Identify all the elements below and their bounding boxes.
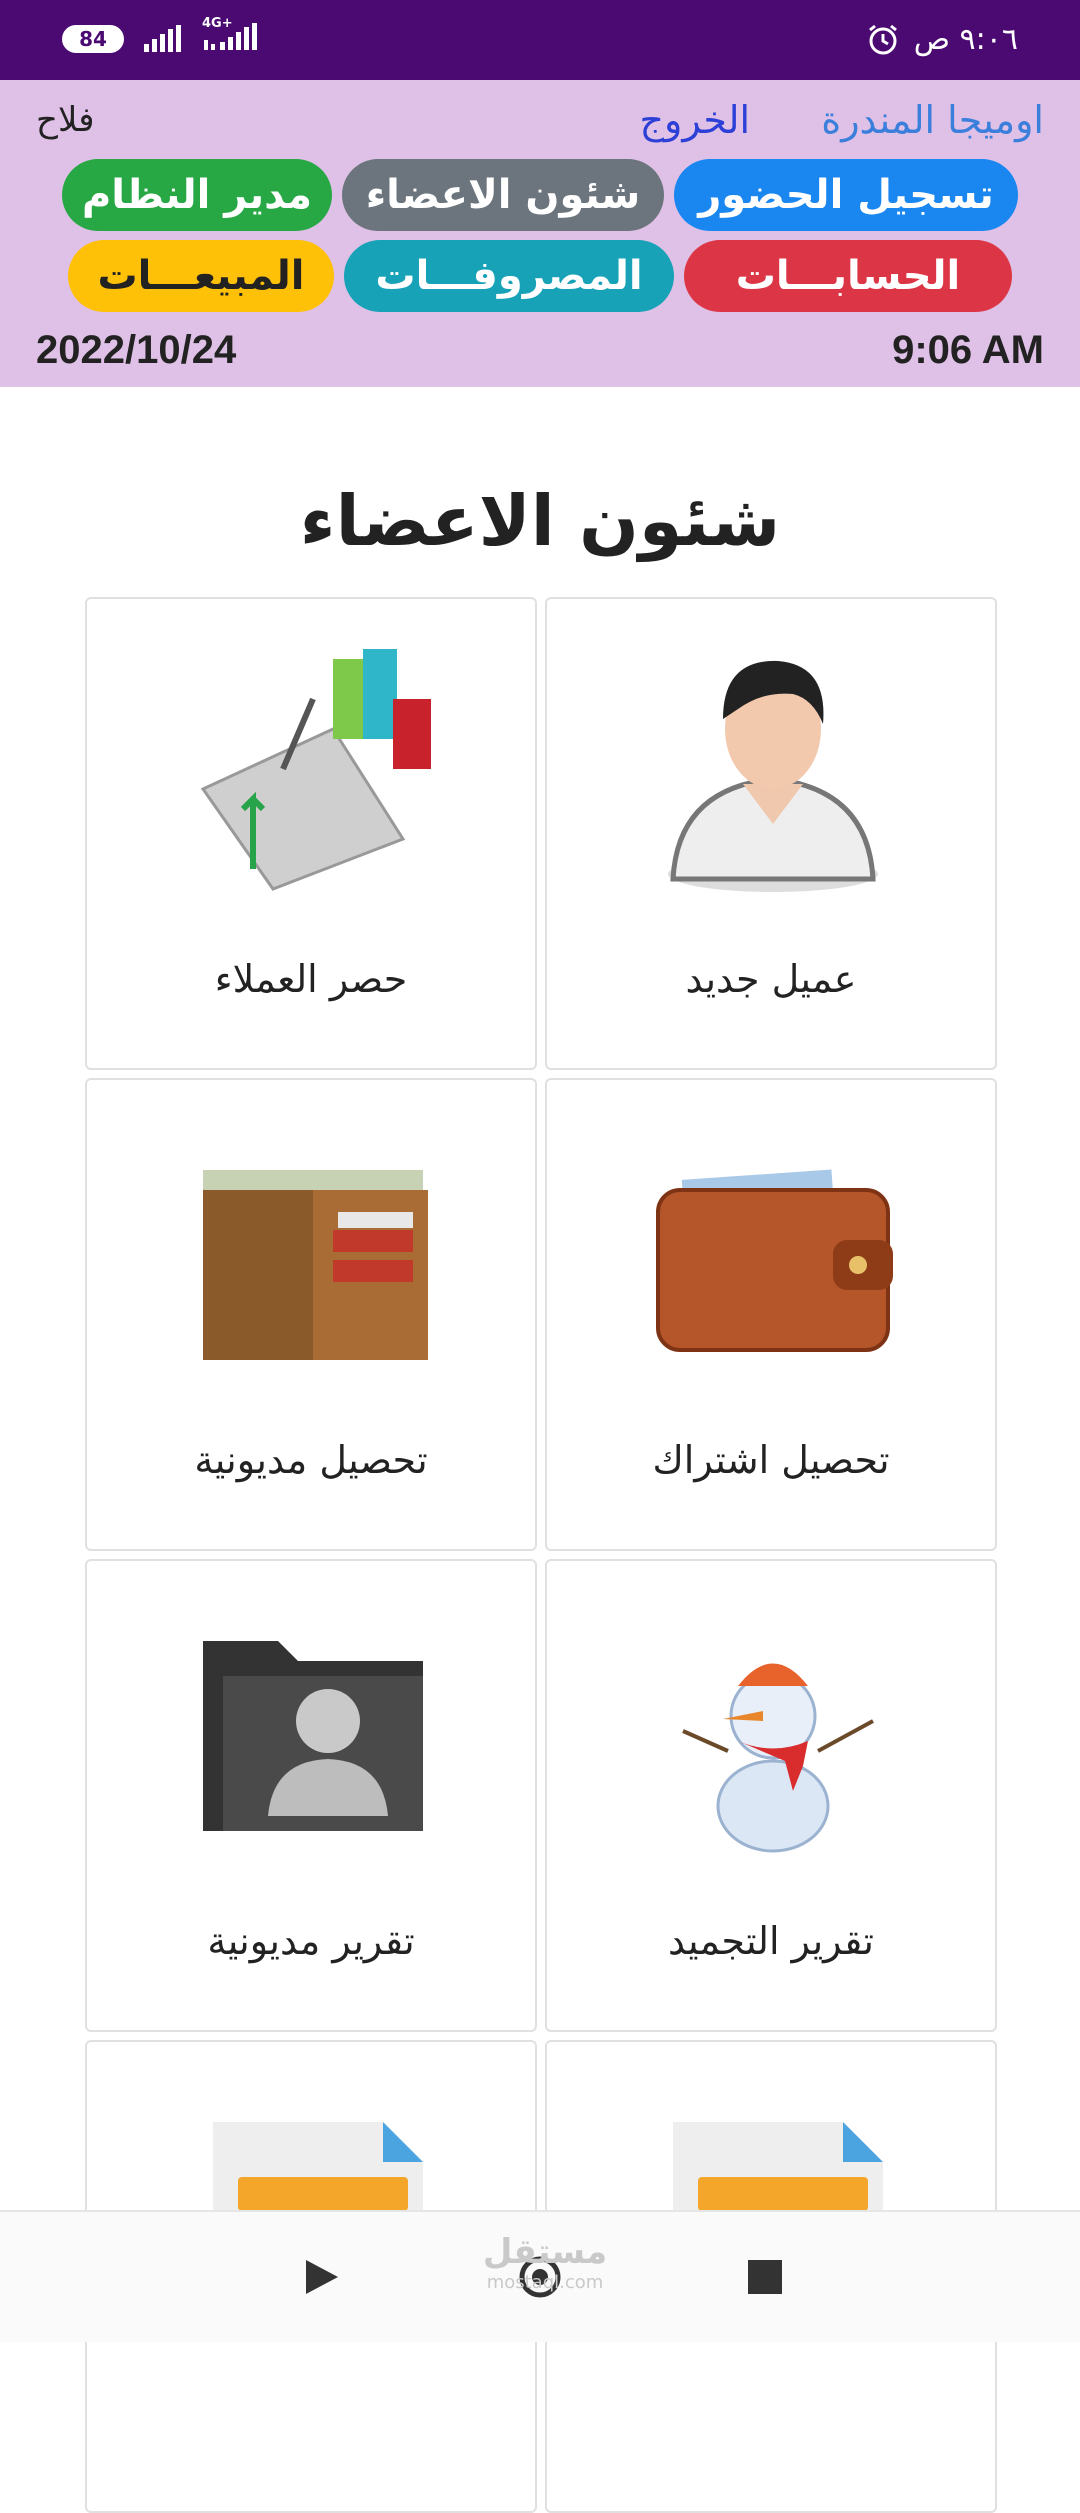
signal-icon [144, 25, 181, 52]
tile-label: تحصيل اشتراك [652, 1438, 890, 1482]
user-folder-icon [203, 1641, 423, 1831]
tile-subscription-collection[interactable]: تحصيل اشتراك [545, 1078, 997, 1551]
tile-new-client[interactable]: عميل جديد [545, 597, 997, 1070]
recents-button[interactable] [740, 2252, 790, 2302]
app-header: اوميجا المندرة الخروج فلاح تسجيل الحضور … [0, 80, 1080, 387]
user-avatar-icon [668, 660, 878, 892]
closed-wallet-icon [656, 1169, 893, 1352]
logout-link[interactable]: الخروج [639, 98, 750, 142]
status-bar: 84 4G+ ٩:٠٦ ص [0, 0, 1080, 80]
tile-label: تقرير التجميد [668, 1919, 874, 1963]
current-date: 2022/10/24 [36, 328, 237, 372]
menu-sales-button[interactable]: المبيعـــات [68, 240, 334, 312]
watermark: مستقل mostaql.com [470, 2232, 620, 2293]
tile-freeze-report[interactable]: تقرير التجميد [545, 1559, 997, 2032]
brand-link[interactable]: اوميجا المندرة [821, 98, 1044, 142]
menu-members-button[interactable]: شئون الاعضاء [342, 159, 664, 231]
tile-client-count[interactable]: حصر العملاء [85, 597, 537, 1070]
alarm-icon [868, 24, 897, 54]
battery-indicator: 84 [62, 25, 124, 53]
network-group: 4G+ [202, 16, 260, 56]
open-wallet-icon [203, 1170, 428, 1360]
tile-label: حصر العملاء [214, 957, 408, 1001]
snowman-icon [682, 1643, 874, 1853]
status-right: ٩:٠٦ ص [866, 22, 1018, 57]
user-name: فلاح [36, 100, 95, 140]
tile-debt-report[interactable]: تقرير مديونية [85, 1559, 537, 2032]
status-left: 84 4G+ [62, 16, 260, 56]
watermark-sub: mostaql.com [486, 2272, 604, 2293]
menu-expenses-button[interactable]: المصروفـــات [344, 240, 674, 312]
watermark-main: مستقل [482, 2232, 608, 2272]
page-title: شئون الاعضاء [299, 480, 781, 562]
current-time: 9:06 AM [892, 328, 1044, 372]
back-button[interactable] [296, 2252, 346, 2302]
menu-attendance-button[interactable]: تسجيل الحضور [674, 159, 1018, 231]
tile-label: تحصيل مديونية [194, 1438, 428, 1482]
network-label: 4G+ [202, 16, 233, 31]
tile-debt-collection[interactable]: تحصيل مديونية [85, 1078, 537, 1551]
tile-label: تقرير مديونية [207, 1919, 415, 1963]
menu-accounts-button[interactable]: الحسابـــات [684, 240, 1012, 312]
status-time: ٩:٠٦ ص [913, 22, 1018, 57]
tile-label: عميل جديد [685, 957, 857, 1001]
chart-report-icon [200, 649, 431, 891]
menu-admin-button[interactable]: مدير النظام [62, 159, 332, 231]
